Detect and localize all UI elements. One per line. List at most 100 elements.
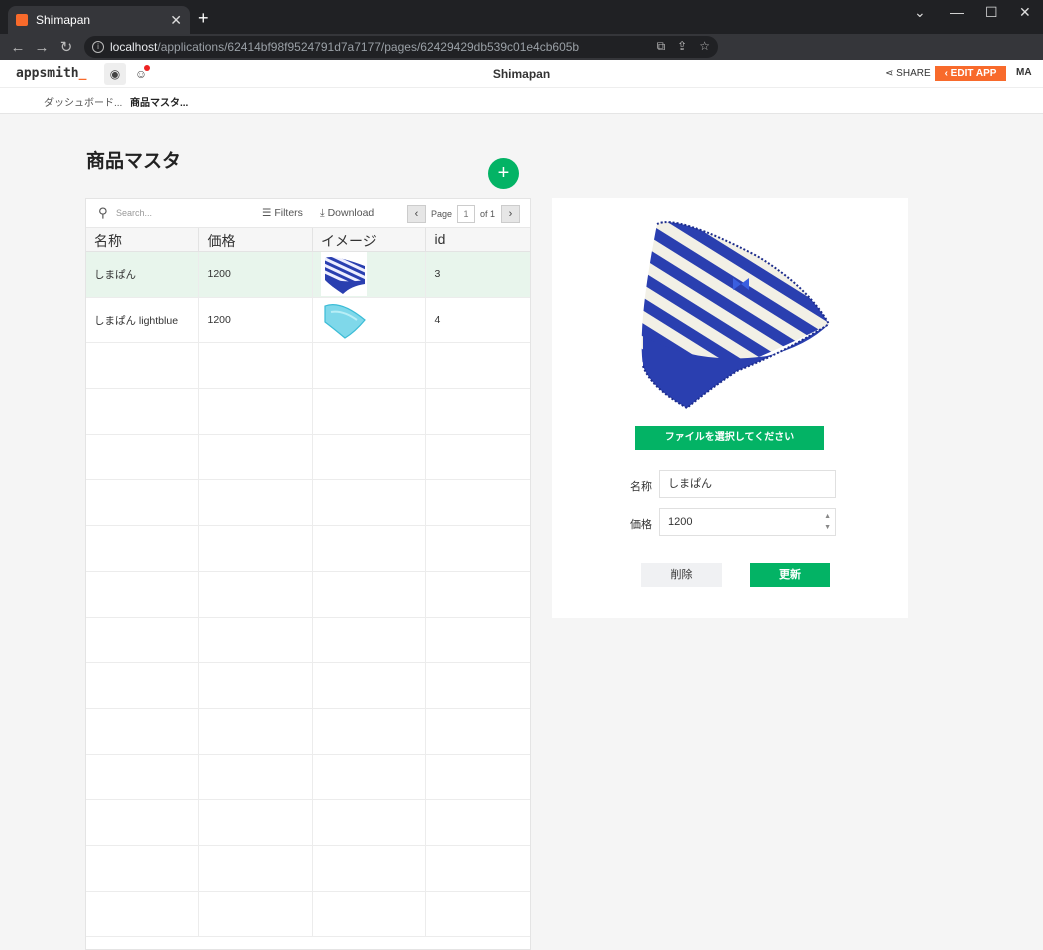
restore-icon[interactable]: — <box>950 4 964 20</box>
page-label: Page <box>431 209 453 219</box>
empty-table-row <box>86 389 530 435</box>
name-label: 名称 <box>630 481 652 493</box>
browser-titlebar: Shimapan ✕ + ⌄ — ☐ ✕ <box>0 0 1043 34</box>
url-host: localhost <box>110 40 158 54</box>
app-header: appsmith_ ◉ ☺ Shimapan ⋖ SHARE ‹ EDIT AP… <box>0 60 1043 88</box>
translate-icon[interactable]: ⧉ <box>657 39 666 54</box>
download-button[interactable]: ⤓ Download <box>320 207 374 220</box>
empty-cell <box>86 389 200 434</box>
empty-cell <box>426 755 530 800</box>
price-input[interactable]: 1200 ▲ ▼ <box>659 508 836 536</box>
file-picker-button[interactable]: ファイルを選択してください <box>635 426 824 450</box>
browser-tab[interactable]: Shimapan ✕ <box>8 6 190 34</box>
table-search-input[interactable]: Search... <box>116 208 152 218</box>
empty-cell <box>199 845 313 891</box>
reload-icon[interactable]: ↻ <box>54 38 78 56</box>
column-header-image[interactable]: イメージ <box>313 228 427 251</box>
empty-cell <box>86 663 200 708</box>
empty-cell <box>313 480 427 526</box>
empty-table-row <box>86 617 530 664</box>
add-product-button[interactable]: + <box>488 158 519 189</box>
cell-id: 3 <box>434 268 441 281</box>
table-row[interactable]: しまぱん lightblue 1200 4 <box>86 297 530 344</box>
empty-cell <box>426 389 530 434</box>
empty-cell <box>313 571 427 617</box>
empty-cell <box>86 754 200 800</box>
forward-arrow-icon[interactable]: → <box>30 39 54 56</box>
name-input[interactable]: しまぱん <box>659 470 836 498</box>
new-tab-button[interactable]: + <box>198 8 209 29</box>
empty-cell <box>426 572 530 617</box>
empty-cell <box>313 389 427 434</box>
user-avatar[interactable]: MA <box>1016 67 1032 78</box>
product-table: ⚲ Search... ☰ Filters ⤓ Download ‹ Page … <box>85 198 531 950</box>
minimize-icon[interactable]: ⌄ <box>914 4 926 21</box>
empty-cell <box>199 343 313 389</box>
share-icon: ⋖ <box>885 68 897 79</box>
window-close-icon[interactable]: ✕ <box>1019 4 1031 21</box>
tab-title: Shimapan <box>36 13 91 27</box>
site-info-icon[interactable]: i <box>92 41 104 53</box>
page-tab-dashboard[interactable]: ダッシュボード... <box>44 94 122 109</box>
prev-page-button[interactable]: ‹ <box>407 205 426 223</box>
empty-table-row <box>86 526 530 572</box>
url-path: /applications/62414bf98f9524791d7a7177/p… <box>157 40 580 54</box>
product-image <box>637 216 832 416</box>
empty-cell <box>313 343 427 389</box>
stepper-arrows-icon[interactable]: ▲ ▼ <box>824 511 831 533</box>
edit-app-button[interactable]: ‹ EDIT APP <box>935 66 1006 81</box>
column-header-id[interactable]: id <box>426 228 530 251</box>
empty-cell <box>199 800 313 845</box>
empty-table-row <box>86 845 530 892</box>
column-header-price[interactable]: 価格 <box>199 228 313 251</box>
cell-image <box>313 252 427 297</box>
empty-cell <box>426 618 530 663</box>
app-canvas: 商品マスタ + ⚲ Search... ☰ Filters ⤓ Download… <box>0 114 1043 950</box>
tab-close-icon[interactable]: ✕ <box>170 12 182 29</box>
empty-cell <box>313 663 427 708</box>
empty-cell <box>426 709 530 754</box>
empty-cell <box>86 708 200 754</box>
pages-nav: ダッシュボード... 商品マスタ... <box>0 88 1043 116</box>
next-page-button[interactable]: › <box>501 205 520 223</box>
empty-table-row <box>86 800 530 846</box>
empty-cell <box>199 663 313 708</box>
empty-table-row <box>86 571 530 618</box>
table-header: 名称 価格 イメージ id <box>86 228 530 252</box>
empty-table-row <box>86 480 530 527</box>
filters-button[interactable]: ☰ Filters <box>262 207 303 219</box>
delete-button[interactable]: 削除 <box>641 563 722 587</box>
empty-cell <box>86 800 200 845</box>
page-number-input[interactable]: 1 <box>457 205 475 223</box>
address-bar[interactable]: i localhost/applications/62414bf98f95247… <box>84 36 718 58</box>
bookmark-star-icon[interactable]: ☆ <box>699 39 710 54</box>
table-row[interactable]: しまぱん 1200 3 <box>86 252 530 298</box>
back-arrow-icon[interactable]: ← <box>6 39 30 56</box>
page-title: 商品マスタ <box>86 151 182 172</box>
price-label: 価格 <box>630 519 652 531</box>
share-button[interactable]: ⋖ SHARE <box>885 68 931 79</box>
cell-image <box>313 297 427 343</box>
page-tab-product-master[interactable]: 商品マスタ... <box>130 94 189 116</box>
empty-cell <box>199 754 313 800</box>
empty-cell <box>86 480 200 526</box>
empty-cell <box>313 845 427 891</box>
share-page-icon[interactable]: ⇪ <box>677 39 687 54</box>
empty-table-row <box>86 663 530 709</box>
cell-name: しまぱん lightblue <box>86 297 200 343</box>
empty-cell <box>86 343 200 389</box>
maximize-icon[interactable]: ☐ <box>985 4 998 21</box>
empty-cell <box>86 845 200 891</box>
empty-cell <box>86 526 200 571</box>
empty-cell <box>86 434 200 480</box>
empty-cell <box>426 800 530 845</box>
column-header-name[interactable]: 名称 <box>86 228 200 251</box>
empty-cell <box>86 571 200 617</box>
empty-table-row <box>86 891 530 938</box>
empty-cell <box>426 846 530 891</box>
empty-cell <box>426 343 530 388</box>
download-icon: ⤓ <box>320 207 328 219</box>
update-button[interactable]: 更新 <box>750 563 830 587</box>
empty-cell <box>313 617 427 663</box>
empty-cell <box>313 434 427 480</box>
